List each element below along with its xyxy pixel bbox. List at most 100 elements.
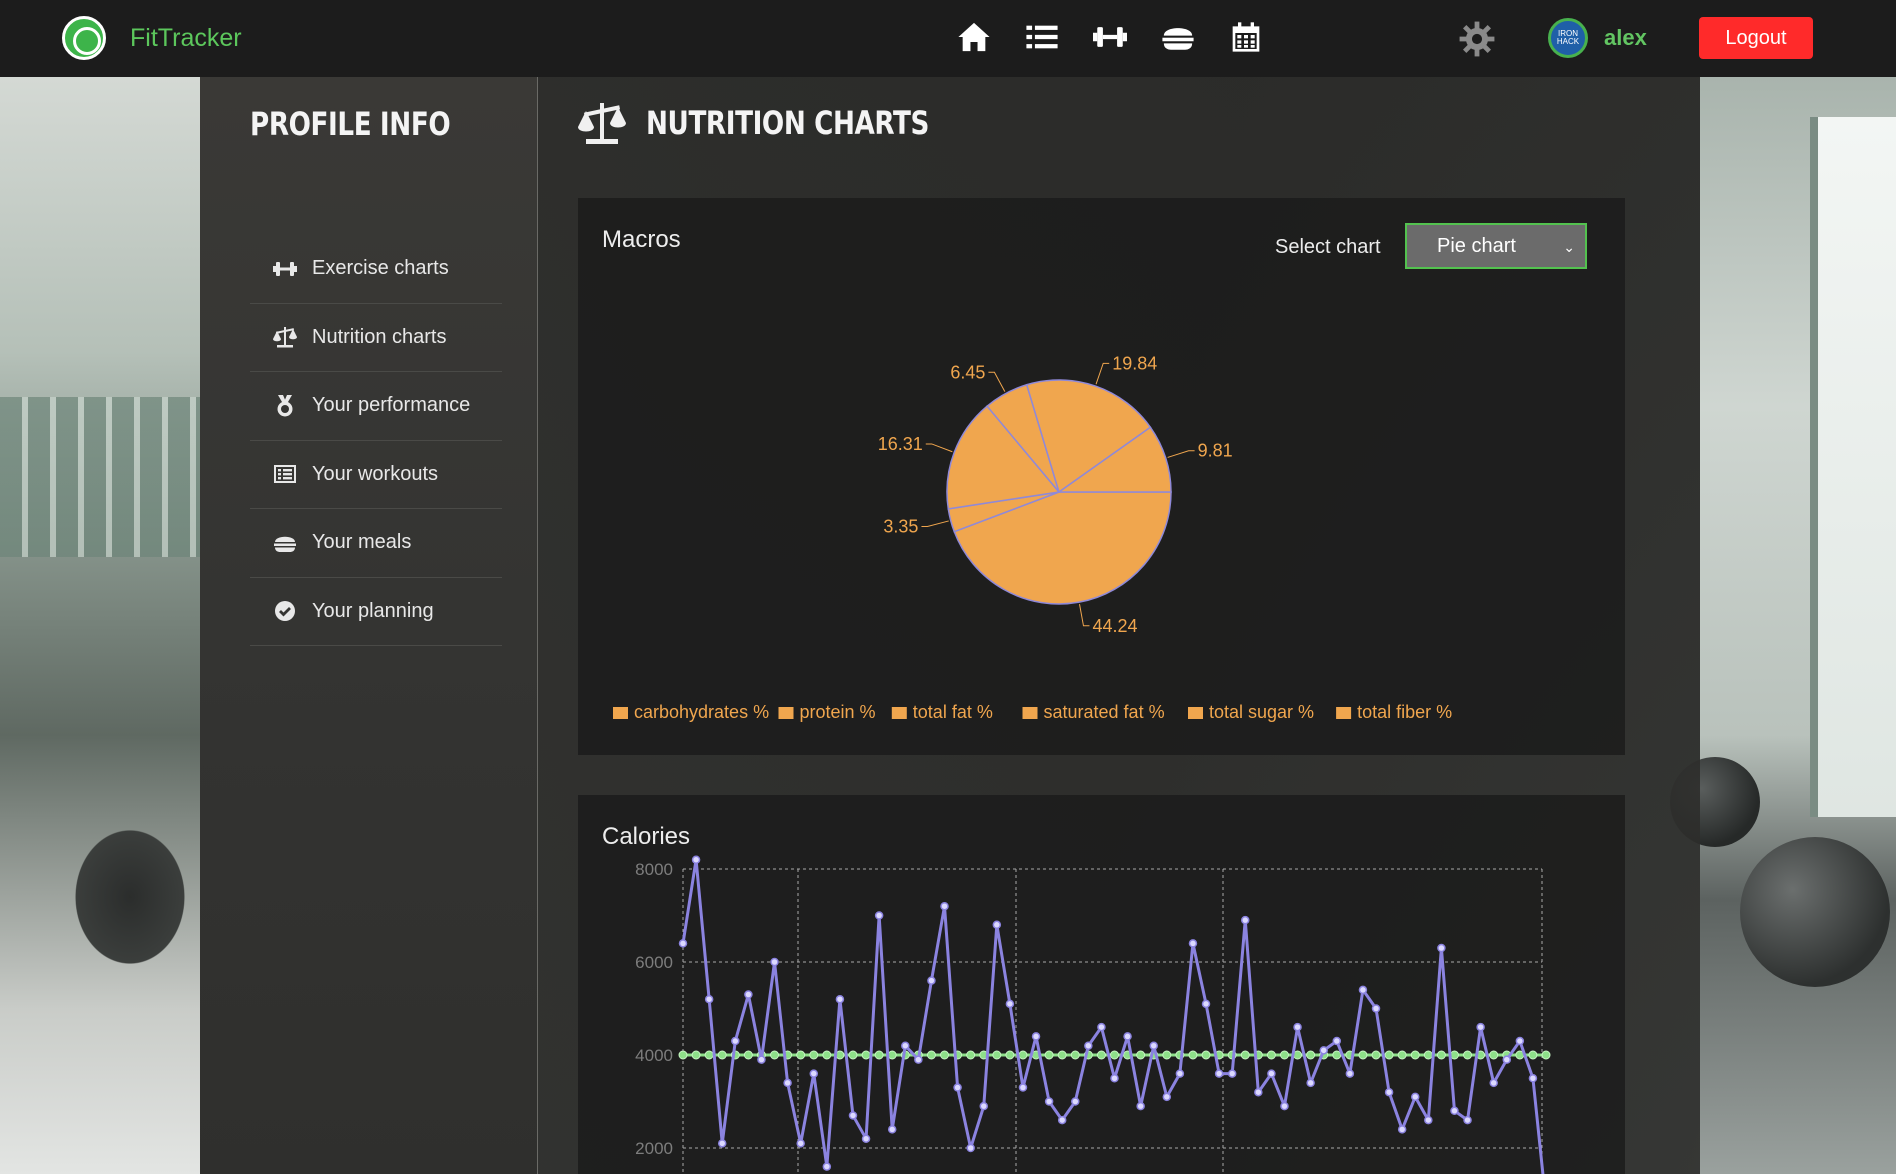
- scale-icon: [273, 327, 297, 348]
- calories-point: [1371, 1004, 1381, 1013]
- legend-swatch: [613, 707, 628, 719]
- average-point: [678, 1050, 688, 1060]
- average-point: [691, 1050, 701, 1060]
- y-tick-label: 6000: [635, 953, 673, 972]
- calories-point: [744, 990, 753, 999]
- calories-line-chart: 8000 6000 4000 2000: [635, 855, 1551, 1174]
- background-gym-left: [0, 77, 200, 1174]
- calories-point: [1254, 1087, 1263, 1097]
- calories-point: [1136, 1101, 1145, 1111]
- background-gym-right: [1670, 77, 1896, 1174]
- y-tick-label: 4000: [635, 1046, 673, 1065]
- content-area: NUTRITION CHARTS Macros Select chart Pie…: [538, 77, 1700, 1174]
- check-circle-icon: [275, 601, 295, 622]
- calories-point: [1084, 1041, 1093, 1050]
- calories-point: [796, 1139, 805, 1148]
- calories-point: [1345, 1069, 1355, 1078]
- logout-button[interactable]: Logout: [1699, 17, 1813, 59]
- average-point: [1397, 1050, 1407, 1060]
- average-point: [1188, 1050, 1198, 1060]
- sidebar-item-nutrition-charts[interactable]: Nutrition charts: [250, 304, 502, 372]
- sidebar-item-your-planning[interactable]: Your planning: [250, 578, 502, 646]
- nav-icons: [955, 18, 1265, 56]
- average-point: [848, 1050, 858, 1060]
- calories-point: [1515, 1036, 1525, 1046]
- average-point: [1541, 1050, 1551, 1060]
- sidebar-item-label: Your meals: [312, 531, 412, 554]
- pie-data-label: 3.35: [883, 517, 918, 537]
- calories-point: [1463, 1115, 1472, 1125]
- calories-point: [1358, 985, 1368, 995]
- calories-point: [979, 1101, 988, 1111]
- sidebar-item-your-performance[interactable]: Your performance: [250, 372, 502, 441]
- average-point: [1044, 1050, 1054, 1060]
- calories-point: [992, 920, 1002, 930]
- calories-point: [1437, 943, 1446, 953]
- calories-point: [1162, 1092, 1172, 1102]
- average-point: [966, 1050, 976, 1060]
- home-icon[interactable]: [955, 18, 993, 56]
- calories-point: [717, 1139, 727, 1148]
- sidebar-list: Exercise charts Nutrition charts Your pe…: [250, 235, 502, 646]
- legend-swatch: [1336, 707, 1352, 719]
- calories-point: [1149, 1041, 1158, 1050]
- calories-point: [1397, 1125, 1407, 1134]
- average-point: [809, 1050, 819, 1060]
- calories-point: [1241, 915, 1250, 925]
- average-point: [704, 1050, 714, 1060]
- pie-data-label: 9.81: [1198, 441, 1233, 461]
- sidebar-title: PROFILE INFO: [250, 105, 451, 143]
- pie-data-label: 44.24: [1092, 616, 1137, 636]
- brand[interactable]: FitTracker: [62, 16, 242, 60]
- legend-label: total fat %: [913, 702, 993, 722]
- avatar: IRON HACK: [1548, 18, 1588, 58]
- calories-point: [757, 1055, 766, 1064]
- macros-pie-chart: 44.24 3.35 16.31 6.45 19.84 9.81 carbohydrates…: [613, 353, 1452, 722]
- average-point: [926, 1050, 936, 1060]
- pie-data-label: 19.84: [1112, 353, 1157, 373]
- average-point: [1332, 1050, 1342, 1060]
- calories-point: [1188, 939, 1198, 948]
- list-icon[interactable]: [1023, 18, 1061, 56]
- calories-point: [1110, 1074, 1119, 1083]
- calories-point: [1123, 1032, 1132, 1041]
- average-point: [887, 1050, 897, 1060]
- calories-point: [835, 994, 845, 1004]
- sidebar-item-your-meals[interactable]: Your meals: [250, 509, 502, 578]
- sidebar-item-label: Your performance: [312, 394, 471, 417]
- page-title-text: NUTRITION CHARTS: [646, 104, 929, 142]
- series-line-calories: [681, 858, 1545, 1174]
- average-point: [1110, 1050, 1119, 1060]
- sidebar-item-your-workouts[interactable]: Your workouts: [250, 441, 502, 509]
- average-point: [770, 1050, 780, 1060]
- settings-gear-icon[interactable]: [1458, 20, 1496, 58]
- meal-icon[interactable]: [1159, 18, 1197, 56]
- average-point: [796, 1050, 806, 1060]
- legend-label: protein %: [800, 702, 876, 722]
- average-point: [1436, 1050, 1446, 1060]
- pie-label-line: [1095, 362, 1110, 385]
- calories-point: [901, 1041, 910, 1050]
- legend-swatch: [1022, 707, 1038, 719]
- calories-point: [822, 1162, 832, 1171]
- calories-point: [1280, 1101, 1289, 1111]
- sidebar: PROFILE INFO Exercise charts Nutrition c…: [200, 77, 538, 1174]
- calendar-icon[interactable]: [1227, 18, 1265, 56]
- calories-point: [861, 1134, 871, 1143]
- sidebar-item-exercise-charts[interactable]: Exercise charts: [250, 235, 502, 304]
- user-profile[interactable]: IRON HACK alex: [1548, 18, 1647, 58]
- pie-data-label: 6.45: [950, 362, 985, 382]
- average-point: [1423, 1050, 1433, 1060]
- pie-label-line: [925, 443, 953, 453]
- y-tick-label: 8000: [635, 860, 673, 879]
- calories-point: [1384, 1087, 1394, 1097]
- calories-point: [1424, 1115, 1433, 1125]
- average-point: [1240, 1050, 1250, 1060]
- calories-point: [1018, 1083, 1028, 1092]
- calories-point: [691, 855, 701, 864]
- macros-card: Macros Select chart Pie chart ⌄ 44.24 3.3…: [578, 198, 1625, 755]
- average-point: [1371, 1050, 1381, 1060]
- dumbbell-icon[interactable]: [1091, 18, 1129, 56]
- calories-point: [927, 976, 936, 985]
- calories-point: [848, 1111, 858, 1120]
